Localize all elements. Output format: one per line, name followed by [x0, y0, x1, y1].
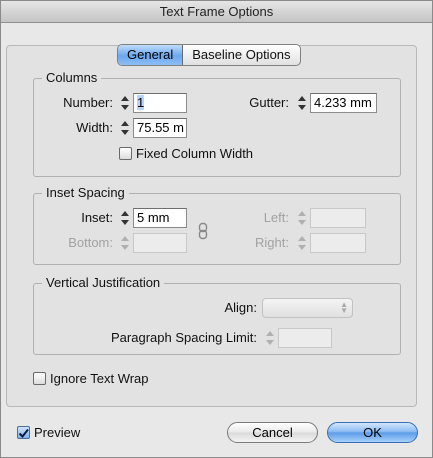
tab-bar: General Baseline Options [117, 44, 301, 66]
bottom-field [133, 233, 187, 253]
left-label: Left: [263, 210, 289, 225]
width-label: Width: [76, 120, 113, 135]
width-field[interactable]: 75.55 m [133, 118, 187, 138]
paragraph-spacing-limit-stepper [263, 328, 277, 348]
tab-baseline-options[interactable]: Baseline Options [183, 45, 299, 65]
right-field [310, 233, 366, 253]
inset-spacing-group: Inset Spacing [33, 185, 401, 265]
ok-button[interactable]: OK [327, 422, 418, 443]
columns-legend: Columns [42, 70, 102, 85]
preview-checkbox[interactable] [17, 426, 30, 439]
chain-link-icon[interactable] [197, 222, 209, 240]
inset-stepper[interactable] [118, 208, 132, 228]
bottom-label: Bottom: [68, 235, 113, 250]
align-select: ▲ ▼ [262, 298, 353, 318]
number-stepper[interactable] [118, 93, 132, 113]
gutter-field[interactable]: 4.233 mm [310, 93, 377, 113]
align-label: Align: [224, 300, 257, 315]
gutter-label: Gutter: [249, 95, 289, 110]
right-label: Right: [255, 235, 289, 250]
popup-arrows-icon: ▲ ▼ [340, 300, 348, 315]
dialog-window: Text Frame Options General Baseline Opti… [0, 0, 433, 458]
bottom-stepper [118, 233, 132, 253]
fixed-column-width-label: Fixed Column Width [136, 146, 254, 161]
left-stepper [295, 208, 309, 228]
ignore-text-wrap-label: Ignore Text Wrap [50, 371, 149, 386]
paragraph-spacing-limit-field [278, 328, 332, 348]
cancel-button[interactable]: Cancel [227, 422, 318, 443]
window-title: Text Frame Options [1, 1, 432, 23]
number-label: Number: [63, 95, 113, 110]
ignore-text-wrap-checkbox[interactable] [33, 372, 46, 385]
preview-label: Preview [34, 425, 81, 440]
fixed-column-width-checkbox[interactable] [119, 147, 132, 160]
gutter-stepper[interactable] [295, 93, 309, 113]
right-stepper [295, 233, 309, 253]
paragraph-spacing-limit-label: Paragraph Spacing Limit: [111, 330, 257, 345]
inset-spacing-legend: Inset Spacing [42, 185, 129, 200]
checkmark-icon [18, 428, 29, 439]
inset-field[interactable]: 5 mm [133, 208, 187, 228]
width-stepper[interactable] [118, 118, 132, 138]
vertical-justification-legend: Vertical Justification [42, 275, 165, 290]
number-field[interactable]: 1 [133, 93, 187, 113]
inset-label: Inset: [81, 210, 113, 225]
tab-general[interactable]: General [118, 45, 184, 65]
left-field [310, 208, 366, 228]
